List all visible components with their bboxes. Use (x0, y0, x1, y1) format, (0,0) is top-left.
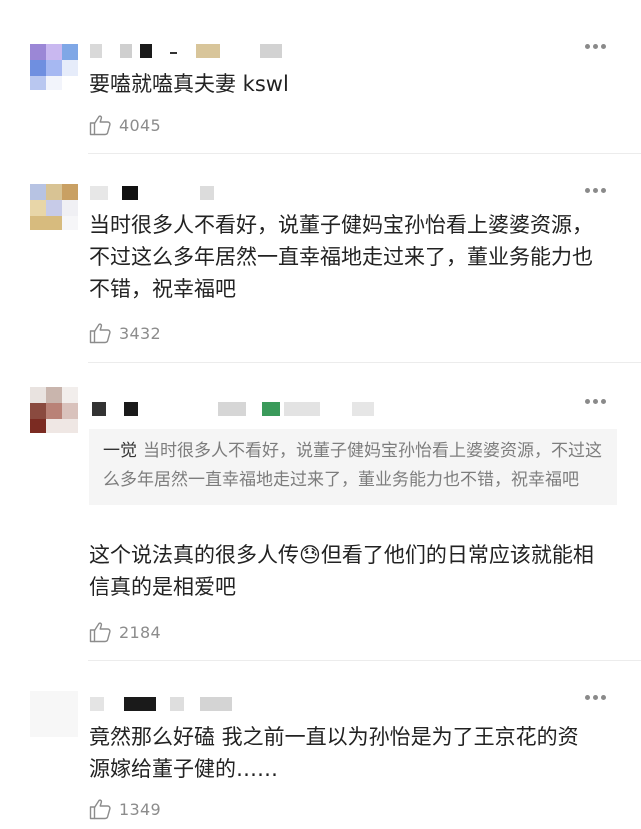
like-count: 1349 (119, 799, 161, 819)
more-dots-icon[interactable] (585, 44, 607, 50)
like-button[interactable]: 4045 (89, 113, 161, 137)
username[interactable] (90, 402, 380, 418)
comment-item: 当时很多人不看好，说董子健妈宝孙怡看上婆婆资源，不过这么多年居然一直幸福地走过来… (0, 160, 641, 365)
divider (88, 660, 641, 661)
thumbs-up-icon (89, 114, 113, 136)
like-count: 4045 (119, 115, 161, 135)
comment-text: 竟然那么好磕 我之前一直以为孙怡是为了王京花的资源嫁给董子健的…… (89, 725, 579, 781)
more-dots-icon[interactable] (585, 188, 607, 194)
thumbs-up-icon (89, 621, 113, 643)
quoted-reply: 一觉 当时很多人不看好，说董子健妈宝孙怡看上婆婆资源，不过这么多年居然一直幸福地走… (89, 429, 617, 505)
comment-item: 要嗑就嗑真夫妻 kswl 4045 (0, 0, 641, 160)
comment-text: 要嗑就嗑真夫妻 kswl (89, 72, 289, 96)
avatar[interactable] (30, 387, 78, 433)
comment-text: 这个说法真的很多人传😓但看了他们的日常应该就能相信真的是相爱吧 (89, 543, 594, 599)
comment-item: 竟然那么好磕 我之前一直以为孙怡是为了王京花的资源嫁给董子健的…… 1349 (0, 663, 641, 829)
username[interactable] (90, 186, 230, 202)
more-dots-icon[interactable] (585, 399, 607, 405)
like-button[interactable]: 3432 (89, 321, 161, 345)
like-count: 3432 (119, 323, 161, 343)
comment-item: 一觉 当时很多人不看好，说董子健妈宝孙怡看上婆婆资源，不过这么多年居然一直幸福地走… (0, 365, 641, 660)
thumbs-up-icon (89, 322, 113, 344)
quoted-username[interactable]: 一觉 (103, 441, 137, 461)
like-button[interactable]: 2184 (89, 620, 161, 644)
avatar[interactable] (30, 691, 78, 737)
like-count: 2184 (119, 622, 161, 642)
more-dots-icon[interactable] (585, 695, 607, 701)
quoted-text: 当时很多人不看好，说董子健妈宝孙怡看上婆婆资源，不过这么多年居然一直幸福地走过来… (103, 441, 602, 490)
like-button[interactable]: 1349 (89, 797, 161, 821)
thumbs-up-icon (89, 798, 113, 820)
avatar[interactable] (30, 44, 78, 90)
divider (88, 153, 641, 154)
comment-text: 当时很多人不看好，说董子健妈宝孙怡看上婆婆资源，不过这么多年居然一直幸福地走过来… (89, 213, 593, 301)
avatar[interactable] (30, 184, 78, 230)
username[interactable] (90, 697, 240, 713)
divider (88, 362, 641, 363)
username[interactable] (90, 44, 300, 60)
